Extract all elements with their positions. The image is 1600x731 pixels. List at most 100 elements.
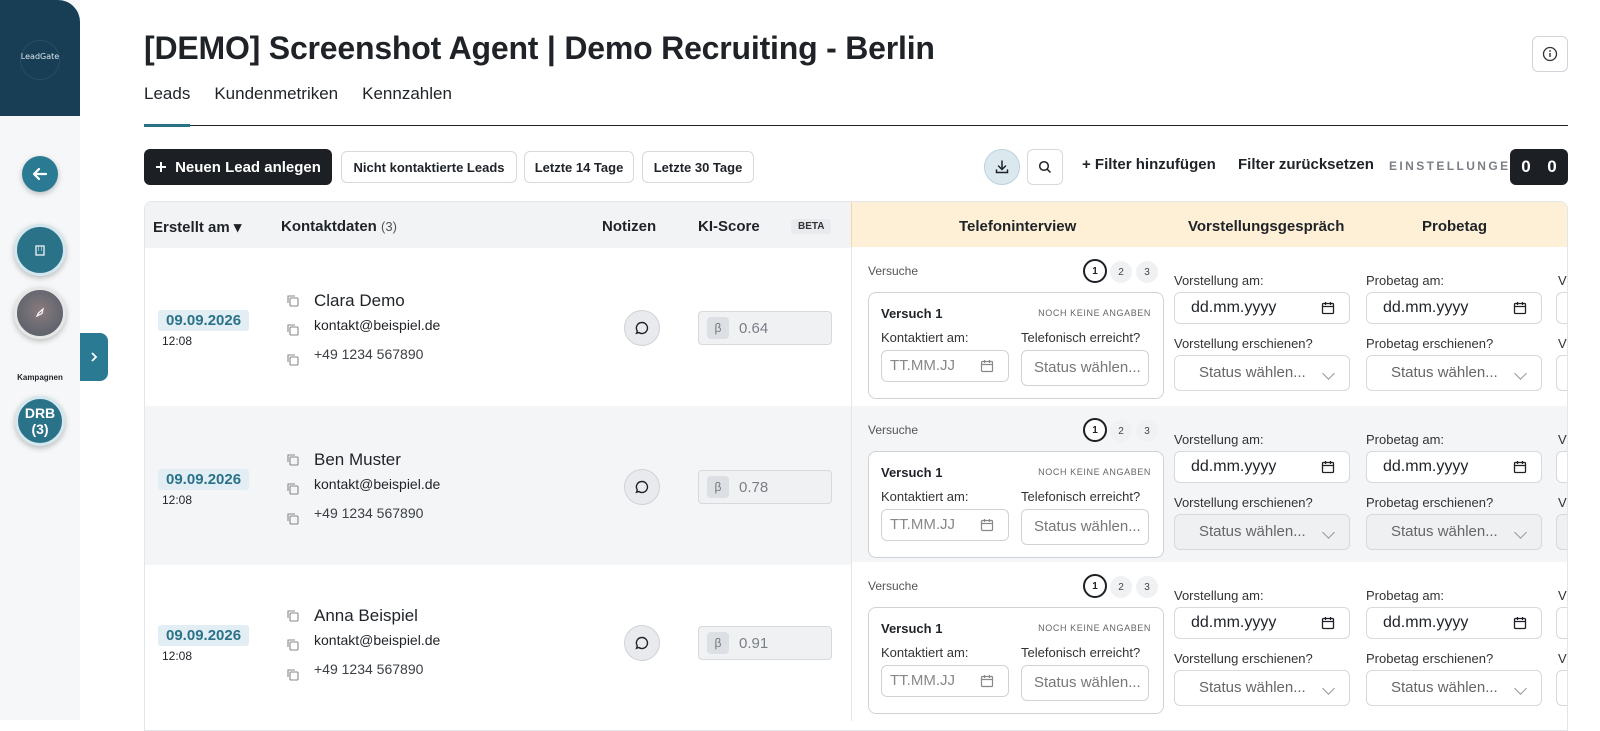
trial-date-input[interactable]: dd.mm.yyyy (1366, 607, 1542, 639)
trial-status-placeholder: Status wählen... (1391, 364, 1498, 381)
header-contact-count: (3) (381, 219, 397, 234)
reset-filter-button[interactable]: Filter zurücksetzen (1238, 156, 1374, 173)
header-interview: Vorstellungsgespräch (1188, 218, 1345, 235)
interview-status-select[interactable]: Status wählen... (1174, 514, 1350, 550)
reached-status-select[interactable]: Status wählen... (1021, 350, 1149, 386)
attempt-3-button[interactable]: 3 (1136, 261, 1158, 283)
calendar-icon (1513, 302, 1527, 315)
copy-icon[interactable] (286, 482, 300, 496)
copy-icon[interactable] (286, 294, 300, 308)
attempt-2-button[interactable]: 2 (1110, 261, 1132, 283)
copy-icon[interactable] (286, 353, 300, 367)
add-filter-button[interactable]: + Filter hinzufügen (1082, 156, 1216, 173)
trial-status-select[interactable]: Status wählen... (1366, 670, 1542, 706)
ki-score-value: 0.78 (739, 478, 769, 496)
lead-phone: +49 1234 567890 (314, 346, 424, 362)
attempt-1-button[interactable]: 1 (1083, 259, 1107, 283)
trial-date-format: dd.mm.yyyy (1383, 299, 1469, 316)
new-lead-label: Neuen Lead anlegen (175, 158, 321, 176)
chevron-down-icon (1322, 526, 1335, 539)
attempt-3-button[interactable]: 3 (1136, 576, 1158, 598)
campaign-badge-drb[interactable]: DRB (3) (15, 396, 65, 446)
copy-icon[interactable] (286, 512, 300, 526)
copy-icon[interactable] (286, 668, 300, 682)
info-button[interactable] (1532, 36, 1568, 72)
download-icon (995, 160, 1009, 174)
header-created[interactable]: Erstellt am ▾ (153, 218, 241, 236)
interview-status-select[interactable]: Status wählen... (1174, 670, 1350, 706)
attempt-1-button[interactable]: 1 (1083, 418, 1107, 442)
tab-leads[interactable]: Leads (144, 84, 191, 127)
trial-date-input[interactable]: dd.mm.yyyy (1366, 292, 1542, 324)
stage-cells: Versuche 1 2 3 Versuch 1 NOCH KEINE ANGA… (851, 406, 1567, 565)
notes-button[interactable] (624, 469, 660, 505)
beta-icon: β (707, 317, 729, 339)
attempt-2-button[interactable]: 2 (1110, 576, 1132, 598)
next-column-field[interactable] (1556, 451, 1567, 483)
tab-kundenmetriken[interactable]: Kundenmetriken (214, 84, 338, 125)
lead-email: kontakt@beispiel.de (314, 317, 441, 333)
info-icon (1542, 46, 1558, 62)
counter-value-2: 0 (1547, 157, 1557, 176)
stage-cells: Versuche 1 2 3 Versuch 1 NOCH KEINE ANGA… (851, 247, 1567, 406)
filter-chip-30-days[interactable]: Letzte 30 Tage (642, 151, 754, 183)
new-lead-button[interactable]: Neuen Lead anlegen (144, 149, 332, 185)
search-button[interactable] (1027, 149, 1063, 185)
trial-date-format: dd.mm.yyyy (1383, 614, 1469, 631)
next-column-field[interactable] (1556, 607, 1567, 639)
comment-icon (635, 480, 649, 494)
reached-phone-label: Telefonisch erreicht? (1021, 330, 1141, 345)
sidebar-item-rocket[interactable] (14, 287, 66, 339)
contacted-date-input[interactable]: TT.MM.JJ (881, 509, 1009, 541)
created-date: 09.09.2026 (158, 625, 250, 646)
trial-at-label: Probetag am: (1366, 432, 1445, 447)
building-icon (35, 245, 45, 256)
trial-date-input[interactable]: dd.mm.yyyy (1366, 451, 1542, 483)
next-column-field[interactable] (1556, 292, 1567, 324)
attempt-3-button[interactable]: 3 (1136, 420, 1158, 442)
trial-showed-label: Probetag erschienen? (1366, 336, 1494, 351)
contacted-date-input[interactable]: TT.MM.JJ (881, 665, 1009, 697)
created-time: 12:08 (162, 649, 193, 663)
interview-status-select[interactable]: Status wählen... (1174, 355, 1350, 391)
trial-status-select[interactable]: Status wählen... (1366, 514, 1542, 550)
settings-button[interactable]: EINSTELLUNGEN (1389, 159, 1522, 173)
header-phone-interview: Telefoninterview (959, 218, 1077, 235)
reached-status-select[interactable]: Status wählen... (1021, 509, 1149, 545)
interview-date-input[interactable]: dd.mm.yyyy (1174, 292, 1350, 324)
attempt-1-button[interactable]: 1 (1083, 574, 1107, 598)
next-column-label-2: V (1558, 336, 1567, 351)
next-column-select[interactable] (1556, 670, 1567, 706)
next-column-label: V (1558, 588, 1567, 603)
lead-name: Ben Muster (314, 450, 401, 469)
tab-kennzahlen[interactable]: Kennzahlen (362, 84, 452, 125)
contacted-at-label: Kontaktiert am: (881, 330, 969, 345)
next-column-select[interactable] (1556, 355, 1567, 391)
copy-icon[interactable] (286, 453, 300, 467)
table-row: 09.09.2026 12:08 Anna Beispiel kontakt@b… (145, 562, 1567, 721)
attempt-title: Versuch 1 (881, 621, 943, 636)
interview-date-input[interactable]: dd.mm.yyyy (1174, 607, 1350, 639)
reached-status-select[interactable]: Status wählen... (1021, 665, 1149, 701)
filter-chip-14-days[interactable]: Letzte 14 Tage (524, 151, 634, 183)
counter-display: 0 0 (1510, 149, 1568, 185)
attempt-2-button[interactable]: 2 (1110, 420, 1132, 442)
beta-badge: BETA (791, 219, 832, 234)
trial-status-select[interactable]: Status wählen... (1366, 355, 1542, 391)
chevron-right-icon (91, 352, 98, 362)
next-column-select[interactable] (1556, 514, 1567, 550)
contacted-date-input[interactable]: TT.MM.JJ (881, 350, 1009, 382)
notes-button[interactable] (624, 625, 660, 661)
expand-sidebar-button[interactable] (80, 333, 108, 381)
interview-date-input[interactable]: dd.mm.yyyy (1174, 451, 1350, 483)
notes-button[interactable] (624, 310, 660, 346)
sidebar-item-building[interactable] (14, 224, 66, 276)
chevron-down-icon (1514, 367, 1527, 380)
download-button[interactable] (984, 149, 1020, 185)
filter-chip-uncontacted[interactable]: Nicht kontaktierte Leads (341, 151, 517, 183)
copy-icon[interactable] (286, 609, 300, 623)
trial-at-label: Probetag am: (1366, 273, 1445, 288)
copy-icon[interactable] (286, 638, 300, 652)
copy-icon[interactable] (286, 323, 300, 337)
back-button[interactable] (22, 156, 58, 192)
